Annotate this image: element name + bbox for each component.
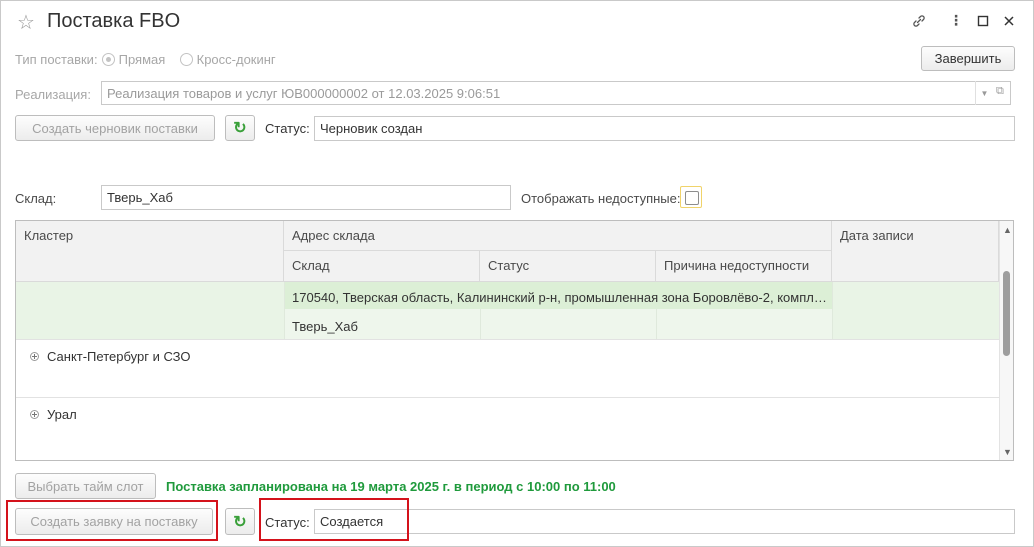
- header-reason[interactable]: Причина недоступности: [656, 251, 832, 282]
- planned-message: Поставка запланирована на 19 марта 2025 …: [166, 479, 616, 494]
- realization-open-icon[interactable]: ⧉: [996, 85, 1004, 98]
- realization-value: Реализация товаров и услуг ЮВ000000002 о…: [107, 85, 501, 101]
- refresh-icon: ↻: [233, 120, 247, 137]
- request-status-field: Создается: [314, 509, 1015, 534]
- scroll-down-icon[interactable]: ▼: [1003, 447, 1012, 457]
- warehouse-table: Кластер Адрес склада Склад Статус Причин…: [15, 220, 1014, 461]
- radio-unselected-icon: [180, 53, 193, 66]
- selected-row-warehouse: Тверь_Хаб: [292, 319, 358, 334]
- supply-type-crossdock-label: Кросс-докинг: [196, 52, 276, 67]
- supply-type-crossdock-radio[interactable]: Кросс-докинг: [180, 52, 276, 67]
- warehouse-field[interactable]: Тверь_Хаб: [101, 185, 511, 210]
- cell-divider: [656, 309, 657, 339]
- supply-type-direct-radio[interactable]: Прямая: [102, 52, 165, 67]
- warehouse-label: Склад:: [15, 191, 57, 206]
- maximize-icon[interactable]: [977, 14, 989, 30]
- show-unavailable-checkbox[interactable]: [680, 186, 702, 208]
- realization-label: Реализация:: [15, 87, 91, 102]
- highlight-box-create-request: [6, 500, 218, 541]
- refresh-icon: ↻: [233, 513, 247, 531]
- scroll-thumb[interactable]: [1003, 271, 1010, 356]
- scroll-up-icon[interactable]: ▲: [1003, 225, 1012, 235]
- show-unavailable-label: Отображать недоступные:: [521, 191, 681, 206]
- group-label-spb: Санкт-Петербург и СЗО: [47, 349, 191, 364]
- supply-fbo-window: ☆ Поставка FBO ⋮ Тип поставки: Прямая Кр…: [0, 0, 1034, 547]
- realization-field[interactable]: Реализация товаров и услуг ЮВ000000002 о…: [101, 81, 1011, 105]
- expand-icon[interactable]: [30, 352, 39, 361]
- supply-type-label: Тип поставки:: [15, 52, 98, 67]
- draft-status-label: Статус:: [265, 121, 310, 136]
- refresh-draft-button[interactable]: ↻: [225, 115, 255, 141]
- table-row-group-spb[interactable]: Санкт-Петербург и СЗО: [22, 342, 422, 371]
- row-separator: [16, 397, 999, 398]
- warehouse-value: Тверь_Хаб: [107, 190, 173, 205]
- draft-status-value: Черновик создан: [320, 121, 423, 136]
- header-record-date[interactable]: Дата записи: [832, 221, 999, 282]
- supply-type-direct-label: Прямая: [118, 52, 166, 67]
- selected-row-address: 170540, Тверская область, Калининский р-…: [292, 290, 827, 305]
- realization-dropdown-icon[interactable]: ▼: [975, 81, 993, 105]
- finish-button[interactable]: Завершить: [921, 46, 1015, 71]
- group-label-ural: Урал: [47, 407, 77, 422]
- header-address[interactable]: Адрес склада: [284, 221, 832, 251]
- table-scrollbar[interactable]: ▲ ▼: [999, 221, 1013, 460]
- cell-divider: [832, 282, 833, 339]
- more-menu-icon[interactable]: ⋮: [949, 12, 963, 29]
- favorite-star-icon[interactable]: ☆: [17, 10, 35, 35]
- expand-icon[interactable]: [30, 410, 39, 419]
- table-row-group-ural[interactable]: Урал: [22, 400, 422, 429]
- row-separator: [16, 339, 999, 340]
- cell-divider: [480, 309, 481, 339]
- choose-timeslot-button[interactable]: Выбрать тайм слот: [15, 473, 156, 499]
- header-status[interactable]: Статус: [480, 251, 656, 282]
- highlight-box-request-status: [259, 498, 409, 541]
- window-title: Поставка FBO: [47, 10, 181, 32]
- header-cluster[interactable]: Кластер: [16, 221, 284, 282]
- draft-status-field: Черновик создан: [314, 116, 1015, 141]
- header-warehouse[interactable]: Склад: [284, 251, 480, 282]
- radio-selected-icon: [102, 53, 115, 66]
- close-icon[interactable]: [1003, 14, 1015, 30]
- refresh-request-button[interactable]: ↻: [225, 508, 255, 535]
- link-icon[interactable]: [911, 13, 927, 32]
- create-draft-button[interactable]: Создать черновик поставки: [15, 115, 215, 141]
